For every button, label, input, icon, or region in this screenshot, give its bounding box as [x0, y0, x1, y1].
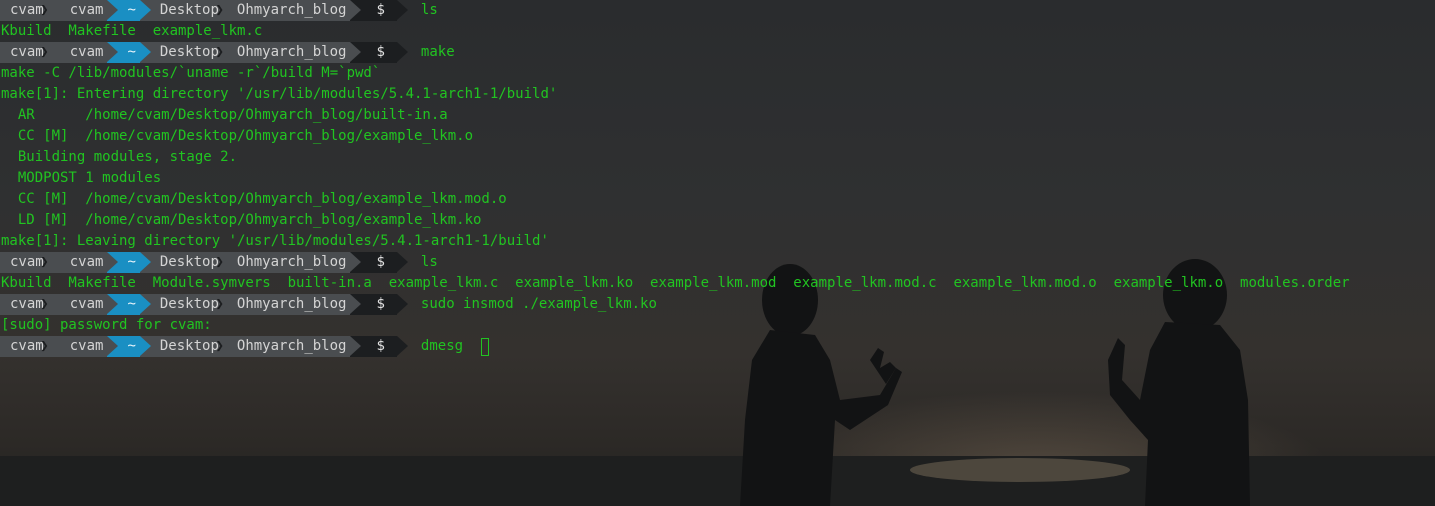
segment-arrow-icon — [107, 336, 119, 356]
output-line: CC [M] /home/cvam/Desktop/Ohmyarch_blog/… — [1, 128, 474, 144]
prompt-user: cvam ❯ — [0, 294, 49, 315]
prompt-symbol-text: $ — [376, 338, 385, 354]
segment-arrow-icon — [396, 336, 408, 356]
prompt-user-text: cvam — [10, 254, 44, 270]
prompt-line: cvam ❯ cvam ~ Desktop ❯ Ohmyarch_blog $ dmesg — [0, 336, 1435, 357]
prompt-dir-current: Ohmyarch_blog — [222, 294, 362, 315]
prompt-host-text: cvam — [69, 296, 104, 312]
prompt-host-text: cvam — [69, 44, 104, 60]
prompt-dir-desktop: Desktop ❯ — [139, 42, 224, 63]
prompt-user: cvam ❯ — [0, 252, 49, 273]
prompt-symbol-text: $ — [376, 44, 385, 60]
prompt-dir-desktop-text: Desktop — [159, 338, 219, 354]
prompt-host: cvam — [47, 294, 119, 315]
segment-arrow-icon — [350, 336, 362, 356]
output-line: Kbuild Makefile example_lkm.c — [1, 23, 263, 39]
output-line: make -C /lib/modules/`uname -r`/build M=… — [1, 65, 381, 81]
prompt-dir-current-text: Ohmyarch_blog — [236, 338, 347, 354]
segment-arrow-icon — [139, 0, 151, 20]
prompt-dir-desktop: Desktop ❯ — [139, 252, 224, 273]
prompt-host: cvam — [47, 0, 119, 21]
output-line: [sudo] password for cvam: — [1, 317, 212, 333]
prompt-user-text: cvam — [10, 296, 44, 312]
prompt-home-text: ~ — [127, 44, 136, 60]
segment-arrow-icon — [139, 42, 151, 62]
prompt-symbol-text: $ — [376, 2, 385, 18]
prompt-dir-current-text: Ohmyarch_blog — [236, 254, 347, 270]
output-line: MODPOST 1 modules — [1, 170, 162, 186]
prompt-dir-current: Ohmyarch_blog — [222, 252, 362, 273]
prompt-user: cvam ❯ — [0, 0, 49, 21]
prompt-dir-current: Ohmyarch_blog — [222, 0, 362, 21]
segment-arrow-icon — [139, 336, 151, 356]
prompt-dir-current-text: Ohmyarch_blog — [236, 44, 347, 60]
output-line: make[1]: Entering directory '/usr/lib/mo… — [1, 86, 558, 102]
prompt-line: cvam ❯ cvam ~ Desktop ❯ Ohmyarch_blog $ make — [0, 42, 1435, 63]
segment-arrow-icon — [350, 42, 362, 62]
prompt-host: cvam — [47, 42, 119, 63]
prompt-host-text: cvam — [69, 2, 104, 18]
prompt-user-text: cvam — [10, 338, 44, 354]
prompt-line: cvam ❯ cvam ~ Desktop ❯ Ohmyarch_blog $ ls — [0, 252, 1435, 273]
segment-arrow-icon — [107, 252, 119, 272]
prompt-dir-current: Ohmyarch_blog — [222, 42, 362, 63]
segment-arrow-icon — [107, 42, 119, 62]
output-line: Building modules, stage 2. — [1, 149, 238, 165]
prompt-symbol-text: $ — [376, 254, 385, 270]
output-line: AR /home/cvam/Desktop/Ohmyarch_blog/buil… — [1, 107, 448, 123]
segment-arrow-icon — [107, 294, 119, 314]
prompt-dir-desktop: Desktop ❯ — [139, 294, 224, 315]
prompt-dir-desktop-text: Desktop — [159, 254, 219, 270]
prompt-user: cvam ❯ — [0, 42, 49, 63]
output-line: make[1]: Leaving directory '/usr/lib/mod… — [1, 233, 549, 249]
prompt-host: cvam — [47, 336, 119, 357]
output-line: LD [M] /home/cvam/Desktop/Ohmyarch_blog/… — [1, 212, 482, 228]
segment-arrow-icon — [139, 252, 151, 272]
segment-arrow-icon — [350, 0, 362, 20]
segment-arrow-icon — [139, 294, 151, 314]
prompt-home-text: ~ — [127, 254, 136, 270]
command-text: sudo insmod ./example_lkm.ko — [420, 296, 657, 312]
prompt-user-text: cvam — [10, 44, 44, 60]
segment-arrow-icon — [396, 294, 408, 314]
prompt-symbol-text: $ — [376, 296, 385, 312]
segment-arrow-icon — [107, 0, 119, 20]
prompt-user: cvam ❯ — [0, 336, 49, 357]
segment-arrow-icon — [396, 252, 408, 272]
prompt-dir-desktop: Desktop ❯ — [139, 0, 224, 21]
prompt-home-text: ~ — [127, 296, 136, 312]
prompt-host: cvam — [47, 252, 119, 273]
segment-arrow-icon — [396, 42, 408, 62]
output-line: CC [M] /home/cvam/Desktop/Ohmyarch_blog/… — [1, 191, 507, 207]
prompt-user-text: cvam — [10, 2, 44, 18]
block-cursor-icon[interactable] — [481, 337, 490, 356]
prompt-dir-current: Ohmyarch_blog — [222, 336, 362, 357]
prompt-line: cvam ❯ cvam ~ Desktop ❯ Ohmyarch_blog $ ls — [0, 0, 1435, 21]
prompt-dir-current-text: Ohmyarch_blog — [236, 296, 347, 312]
prompt-dir-desktop-text: Desktop — [159, 296, 219, 312]
prompt-dir-desktop-text: Desktop — [159, 44, 219, 60]
prompt-host-text: cvam — [69, 254, 104, 270]
prompt-line: cvam ❯ cvam ~ Desktop ❯ Ohmyarch_blog $ sudo ins… — [0, 294, 1435, 315]
prompt-host-text: cvam — [69, 338, 104, 354]
sun-reflection — [910, 458, 1130, 482]
terminal-output: cvam ❯ cvam ~ Desktop ❯ Ohmyarch_blog $ ls Kbuild… — [0, 0, 1435, 357]
segment-arrow-icon — [396, 0, 408, 20]
terminal-window[interactable]: cvam ❯ cvam ~ Desktop ❯ Ohmyarch_blog $ ls Kbuild… — [0, 0, 1435, 506]
prompt-dir-desktop: Desktop ❯ — [139, 336, 224, 357]
segment-arrow-icon — [350, 294, 362, 314]
output-line: Kbuild Makefile Module.symvers built-in.… — [1, 275, 1350, 291]
prompt-dir-desktop-text: Desktop — [159, 2, 219, 18]
prompt-home-text: ~ — [127, 338, 136, 354]
prompt-home-text: ~ — [127, 2, 136, 18]
prompt-dir-current-text: Ohmyarch_blog — [236, 2, 347, 18]
segment-arrow-icon — [350, 252, 362, 272]
